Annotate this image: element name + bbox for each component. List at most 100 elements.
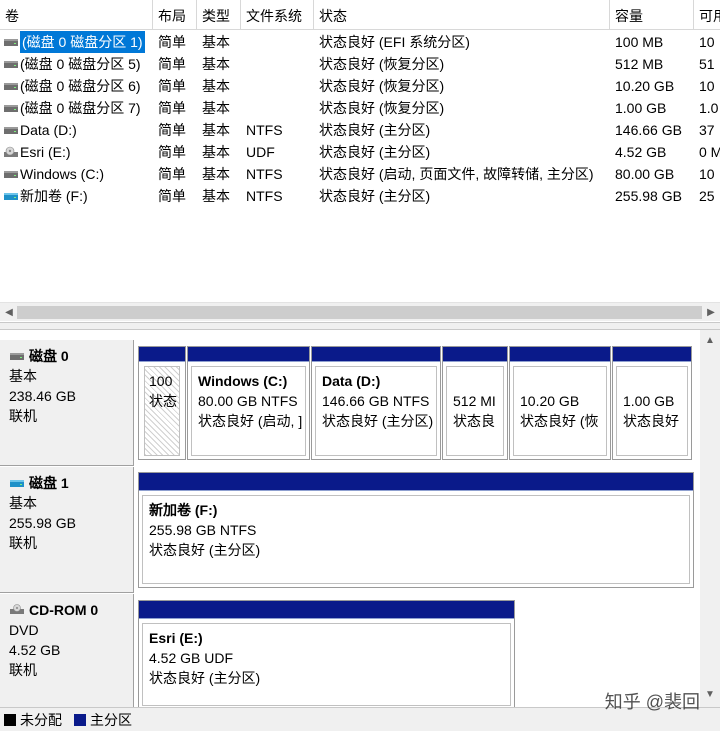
column-header-volume[interactable]: 卷 <box>0 0 153 30</box>
capacity-cell: 255.98 GB <box>615 188 682 204</box>
disk-0-partition-1[interactable]: 100 状态 <box>138 346 186 460</box>
volume-name-text: 新加卷 (F:) <box>20 188 88 204</box>
column-header-capacity[interactable]: 容量 <box>610 0 694 30</box>
free-cell: 10 <box>699 78 715 94</box>
disk-0-title-row: 磁盘 0 <box>9 346 133 366</box>
disk-0-partition-5[interactable]: 512 MI 状态良 <box>442 346 508 460</box>
partition-name: Data (D:) <box>322 373 381 389</box>
column-header-filesystem[interactable]: 文件系统 <box>241 0 314 30</box>
status-cell: 状态良好 (恢复分区) <box>319 100 445 116</box>
partition-size: 146.66 GB NTFS <box>322 393 430 409</box>
partition-bar <box>139 601 514 619</box>
volume-name-text: Data (D:) <box>20 122 77 138</box>
scroll-thumb[interactable] <box>17 306 702 319</box>
column-header-status[interactable]: 状态 <box>314 0 610 30</box>
cd-drive-icon <box>10 604 24 614</box>
partition-bar <box>188 347 309 362</box>
volume-row[interactable]: Esri (E:) 简单 基本 UDF 状态良好 (主分区) 4.52 GB 0 M <box>0 141 720 163</box>
partition-status: 状态良好 (主分区) <box>149 670 261 686</box>
filesystem-cell: NTFS <box>246 188 283 204</box>
cdrom-0-state: 联机 <box>9 662 37 678</box>
disk-1-info[interactable]: 磁盘 1 基本 255.98 GB 联机 <box>0 467 134 593</box>
volume-row[interactable]: (磁盘 0 磁盘分区 6) 简单 基本 状态良好 (恢复分区) 10.20 GB 10 <box>0 75 720 97</box>
volume-row[interactable]: 新加卷 (F:) 简单 基本 NTFS 状态良好 (主分区) 255.98 GB 25 <box>0 185 720 207</box>
disk-0-partition-data[interactable]: Data (D:) 146.66 GB NTFS 状态良好 (主分区) <box>311 346 441 460</box>
type-cell: 基本 <box>202 34 230 50</box>
disk-1-partition-f[interactable]: 新加卷 (F:) 255.98 GB NTFS 状态良好 (主分区) <box>138 472 694 588</box>
disk-1-kind: 基本 <box>9 495 37 511</box>
vertical-scrollbar[interactable]: ▲ ▼ <box>700 330 720 707</box>
disk-0-state: 联机 <box>9 408 37 424</box>
disk-0-info[interactable]: 磁盘 0 基本 238.46 GB 联机 <box>0 340 134 466</box>
disk-0-partition-7[interactable]: 1.00 GB 状态良好 <box>612 346 692 460</box>
status-cell: 状态良好 (EFI 系统分区) <box>319 34 470 50</box>
volume-name: Windows (C:) <box>0 163 150 185</box>
usb-drive-icon <box>4 193 18 200</box>
drive-icon <box>4 171 18 178</box>
scroll-up-arrow-icon[interactable]: ▲ <box>703 334 717 348</box>
volume-row[interactable]: (磁盘 0 磁盘分区 1) 简单 基本 状态良好 (EFI 系统分区) 100 MB 10 <box>0 31 720 53</box>
partition-name: Esri (E:) <box>149 630 203 646</box>
free-cell: 0 M <box>699 144 720 160</box>
cdrom-0-info[interactable]: CD-ROM 0 DVD 4.52 GB 联机 <box>0 594 134 707</box>
filesystem-cell <box>246 53 316 75</box>
capacity-cell: 80.00 GB <box>615 166 675 182</box>
filesystem-cell <box>246 75 316 97</box>
type-cell: 基本 <box>202 100 230 116</box>
unallocated-swatch <box>4 713 16 726</box>
partition-size: 512 MI <box>453 393 496 409</box>
layout-cell: 简单 <box>158 144 186 160</box>
status-cell: 状态良好 (主分区) <box>319 122 431 138</box>
status-cell: 状态良好 (主分区) <box>319 144 431 160</box>
partition-name: Windows (C:) <box>198 373 288 389</box>
horizontal-scrollbar[interactable]: ◀ ▶ <box>0 302 720 321</box>
legend-primary: 主分区 <box>74 710 132 730</box>
layout-cell: 简单 <box>158 56 186 72</box>
volume-name: Esri (E:) <box>0 141 150 163</box>
free-cell: 37 <box>699 122 715 138</box>
partition-status: 状态 <box>149 393 177 409</box>
disk-0-partition-windows[interactable]: Windows (C:) 80.00 GB NTFS 状态良好 (启动, ] <box>187 346 310 460</box>
disk-icon <box>10 353 24 360</box>
partition-name: 新加卷 (F:) <box>149 502 218 518</box>
volume-name-text: (磁盘 0 磁盘分区 1) <box>20 31 145 53</box>
cdrom-0-partition-e[interactable]: Esri (E:) 4.52 GB UDF 状态良好 (主分区) <box>138 600 515 707</box>
scroll-left-arrow-icon[interactable]: ◀ <box>2 306 16 320</box>
partition-bar <box>139 473 693 491</box>
column-header-free[interactable]: 可用 <box>694 0 720 30</box>
primary-swatch <box>74 713 86 726</box>
cd-icon <box>4 146 18 157</box>
volume-name: (磁盘 0 磁盘分区 7) <box>0 97 150 119</box>
volume-row[interactable]: (磁盘 0 磁盘分区 5) 简单 基本 状态良好 (恢复分区) 512 MB 51 <box>0 53 720 75</box>
layout-cell: 简单 <box>158 78 186 94</box>
partition-size: 100 <box>149 373 173 389</box>
legend-unallocated-label: 未分配 <box>20 711 62 728</box>
capacity-cell: 512 MB <box>615 56 664 72</box>
scroll-right-arrow-icon[interactable]: ▶ <box>704 306 718 320</box>
partition-size: 1.00 GB <box>623 393 675 409</box>
volume-row[interactable]: Data (D:) 简单 基本 NTFS 状态良好 (主分区) 146.66 GB 37 <box>0 119 720 141</box>
status-cell: 状态良好 (恢复分区) <box>319 56 445 72</box>
volume-name-text: (磁盘 0 磁盘分区 6) <box>20 78 141 94</box>
partition-status: 状态良好 (主分区) <box>322 413 434 429</box>
partition-status: 状态良好 (主分区) <box>149 542 261 558</box>
column-header-type[interactable]: 类型 <box>197 0 241 30</box>
cdrom-0-title-row: CD-ROM 0 <box>9 600 133 620</box>
free-cell: 10 <box>699 34 715 50</box>
disk-1-title-row: 磁盘 1 <box>9 473 133 493</box>
volume-name-text: (磁盘 0 磁盘分区 7) <box>20 100 141 116</box>
cdrom-0-size: 4.52 GB <box>9 642 61 658</box>
capacity-cell: 100 MB <box>615 34 664 50</box>
volume-name: (磁盘 0 磁盘分区 1) <box>0 31 150 53</box>
partition-bar <box>613 347 691 362</box>
legend-primary-label: 主分区 <box>90 711 132 728</box>
volume-row[interactable]: (磁盘 0 磁盘分区 7) 简单 基本 状态良好 (恢复分区) 1.00 GB 1.0 <box>0 97 720 119</box>
partition-bar <box>443 347 507 362</box>
pane-splitter[interactable] <box>0 322 720 330</box>
free-cell: 51 <box>699 56 715 72</box>
disk-0-partition-6[interactable]: 10.20 GB 状态良好 (恢 <box>509 346 611 460</box>
volume-row[interactable]: Windows (C:) 简单 基本 NTFS 状态良好 (启动, 页面文件, 故障转储… <box>0 163 720 185</box>
capacity-cell: 10.20 GB <box>615 78 675 94</box>
scroll-down-arrow-icon[interactable]: ▼ <box>703 688 717 702</box>
column-header-layout[interactable]: 布局 <box>153 0 197 30</box>
